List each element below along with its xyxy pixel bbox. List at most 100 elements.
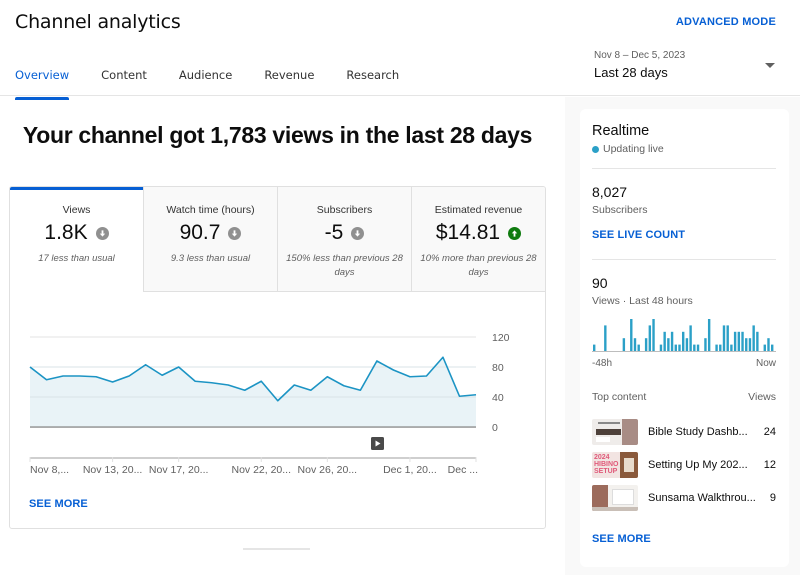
- x-tick-label: Nov 13, 20...: [83, 464, 143, 476]
- metric-value-row: -5: [278, 221, 411, 245]
- summary-headline: Your channel got 1,783 views in the last…: [22, 122, 533, 148]
- hourly-views-bar: [693, 344, 696, 351]
- metric-label: Estimated revenue: [434, 204, 523, 216]
- hourly-views-bar: [652, 319, 655, 351]
- live-status-text: Updating live: [603, 143, 664, 155]
- top-content-item[interactable]: Bible Study Dashb... 24: [592, 419, 776, 445]
- hourly-views-bar: [707, 319, 711, 351]
- top-content-views: 12: [763, 459, 776, 471]
- date-range-dates: Nov 8 – Dec 5, 2023: [594, 50, 686, 61]
- axis-end-label: Now: [755, 358, 776, 369]
- hourly-views-bar: [737, 331, 741, 351]
- hourly-views-bar: [726, 325, 729, 351]
- hourly-views-bar: [685, 338, 689, 351]
- axis-start-label: -48h: [592, 358, 613, 369]
- hourly-views-bar: [741, 331, 744, 351]
- see-more-button[interactable]: SEE MORE: [29, 498, 88, 510]
- live-dot-icon: [592, 145, 599, 153]
- hourly-views-bar: [667, 338, 670, 351]
- arrow-up-icon: [508, 226, 522, 240]
- top-content-views: 9: [769, 492, 776, 504]
- metric-note: 9.3 less than usual: [170, 253, 251, 264]
- x-tick-label: Dec ...: [448, 464, 478, 476]
- metric-label: Subscribers: [316, 204, 373, 216]
- metric-value: $14.81: [435, 221, 501, 244]
- metric-value-row: 90.7: [144, 221, 277, 245]
- top-content-views: 24: [763, 426, 776, 438]
- hourly-views-bar: [663, 331, 666, 351]
- hourly-views-bar: [745, 338, 748, 351]
- realtime-views-count: 90: [592, 275, 608, 291]
- advanced-mode-button[interactable]: ADVANCED MODE: [676, 16, 776, 28]
- tab-audience[interactable]: Audience: [179, 68, 232, 100]
- metric-tab-watch-time[interactable]: Watch time (hours) 90.7 9.3 less than us…: [144, 187, 278, 292]
- metric-value: 1.8K: [44, 221, 88, 244]
- hibino-setup-thumbnail: 2024 HIBINO SETUP: [592, 452, 638, 478]
- hourly-views-bar: [748, 338, 752, 351]
- tab-bar: Overview Content Audience Revenue Resear…: [15, 68, 431, 100]
- hourly-views-bar: [763, 344, 766, 351]
- top-content-item[interactable]: 2024 HIBINO SETUP Setting Up My 202... 12: [592, 452, 776, 478]
- metric-note: 150% less than previous 28 days: [286, 253, 403, 278]
- metric-value-row: $14.81: [412, 221, 545, 245]
- tab-content[interactable]: Content: [101, 68, 147, 100]
- hourly-views-bar: [644, 338, 648, 351]
- hourly-views-bar: [733, 331, 737, 351]
- hourly-views-bar: [678, 344, 681, 351]
- bible-study-thumbnail: [592, 419, 638, 445]
- top-content-see-more-button[interactable]: SEE MORE: [592, 533, 651, 545]
- hourly-views-bar: [633, 338, 637, 351]
- hourly-views-bar: [689, 325, 692, 351]
- sunsama-thumbnail: [592, 485, 638, 511]
- hourly-views-bar: [771, 344, 774, 351]
- divider: [592, 259, 776, 260]
- metric-label: Watch time (hours): [166, 204, 255, 216]
- hourly-views-bar: [730, 344, 733, 351]
- x-tick-label: Nov 26, 20...: [298, 464, 358, 476]
- top-content-header: Top content Views: [592, 391, 776, 403]
- top-content-item[interactable]: Sunsama Walkthrou... 9: [592, 485, 776, 511]
- metric-note: 17 less than usual: [38, 253, 115, 264]
- hourly-views-bar: [704, 338, 707, 351]
- realtime-views-label: Views · Last 48 hours: [592, 295, 693, 307]
- hourly-views-bar: [682, 331, 685, 351]
- hourly-views-bar: [637, 344, 640, 351]
- top-content-title: Setting Up My 202...: [648, 459, 748, 471]
- tab-overview[interactable]: Overview: [15, 68, 70, 100]
- realtime-title: Realtime: [592, 123, 650, 139]
- divider: [592, 168, 776, 169]
- x-tick-label: Nov 8,...: [30, 464, 69, 476]
- x-tick-label: Nov 17, 20...: [149, 464, 209, 476]
- hourly-views-bar: [630, 319, 633, 351]
- overview-card: Views 1.8K 17 less than usual Watch time…: [9, 186, 546, 529]
- hourly-views-bar: [715, 344, 718, 351]
- x-tick-label: Dec 1, 20...: [383, 464, 437, 476]
- channel-analytics-page: Channel analytics ADVANCED MODE Overview…: [0, 0, 800, 575]
- hourly-views-bar: [722, 325, 726, 351]
- date-range-selector[interactable]: Nov 8 – Dec 5, 2023 Last 28 days: [594, 50, 779, 86]
- hourly-views-bar: [604, 325, 607, 351]
- tab-revenue[interactable]: Revenue: [264, 68, 314, 100]
- page-title: Channel analytics: [15, 11, 181, 33]
- metric-note: 10% more than previous 28 days: [420, 253, 537, 278]
- metric-tab-estimated-revenue[interactable]: Estimated revenue $14.81 10% more than p…: [412, 187, 545, 292]
- hourly-views-bar: [648, 325, 652, 351]
- realtime-bar-chart: [592, 319, 776, 352]
- hourly-views-bar: [670, 331, 674, 351]
- metric-label: Views: [62, 204, 91, 216]
- views-area: [30, 357, 476, 427]
- hourly-views-bar: [659, 344, 663, 351]
- y-tick-label: 40: [492, 392, 504, 404]
- see-live-count-button[interactable]: SEE LIVE COUNT: [592, 229, 685, 241]
- y-tick-label: 120: [492, 332, 510, 344]
- hourly-views-bar: [622, 338, 626, 351]
- hourly-views-bar: [593, 344, 596, 351]
- hourly-views-bar: [696, 344, 700, 351]
- metric-tab-subscribers[interactable]: Subscribers -5 150% less than previous 2…: [278, 187, 412, 292]
- tab-research[interactable]: Research: [346, 68, 399, 100]
- caret-down-icon[interactable]: [765, 63, 775, 68]
- date-range-label: Last 28 days: [594, 65, 668, 80]
- carousel-indicator[interactable]: [243, 548, 310, 550]
- top-content-title: Bible Study Dashb...: [648, 426, 748, 438]
- metric-tab-views[interactable]: Views 1.8K 17 less than usual: [10, 187, 144, 292]
